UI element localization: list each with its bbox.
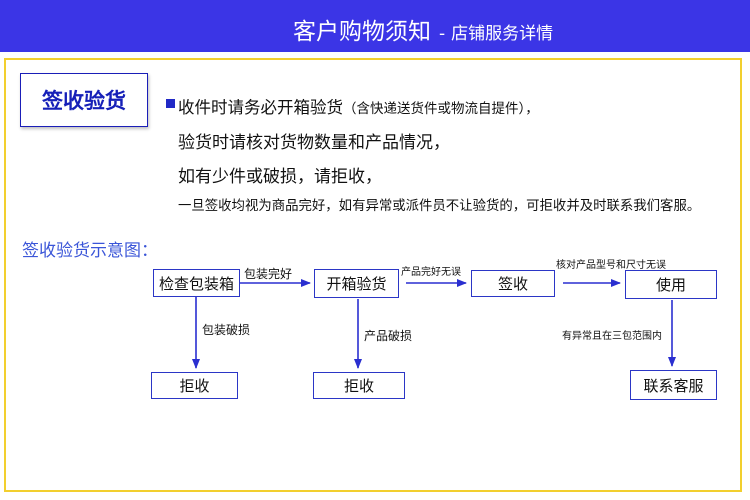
- node-open-inspect: 开箱验货: [314, 269, 399, 298]
- node-sign: 签收: [471, 270, 555, 297]
- node-contact-service: 联系客服: [630, 370, 717, 400]
- edge-label-issue-warranty: 有异常且在三包范围内: [562, 331, 662, 342]
- edge-label-product-ok: 产品完好无误: [401, 267, 461, 278]
- edge-label-package-damaged: 包装破损: [202, 323, 251, 337]
- edge-label-check-model: 核对产品型号和尺寸无误: [556, 260, 666, 271]
- flow-arrows: [192, 279, 676, 369]
- node-inspect-box: 检查包装箱: [153, 269, 240, 297]
- node-use: 使用: [625, 270, 717, 299]
- edge-label-package-ok: 包装完好: [244, 267, 293, 281]
- node-reject-1: 拒收: [151, 372, 238, 399]
- edge-label-product-damaged: 产品破损: [364, 329, 413, 343]
- node-reject-2: 拒收: [313, 372, 405, 399]
